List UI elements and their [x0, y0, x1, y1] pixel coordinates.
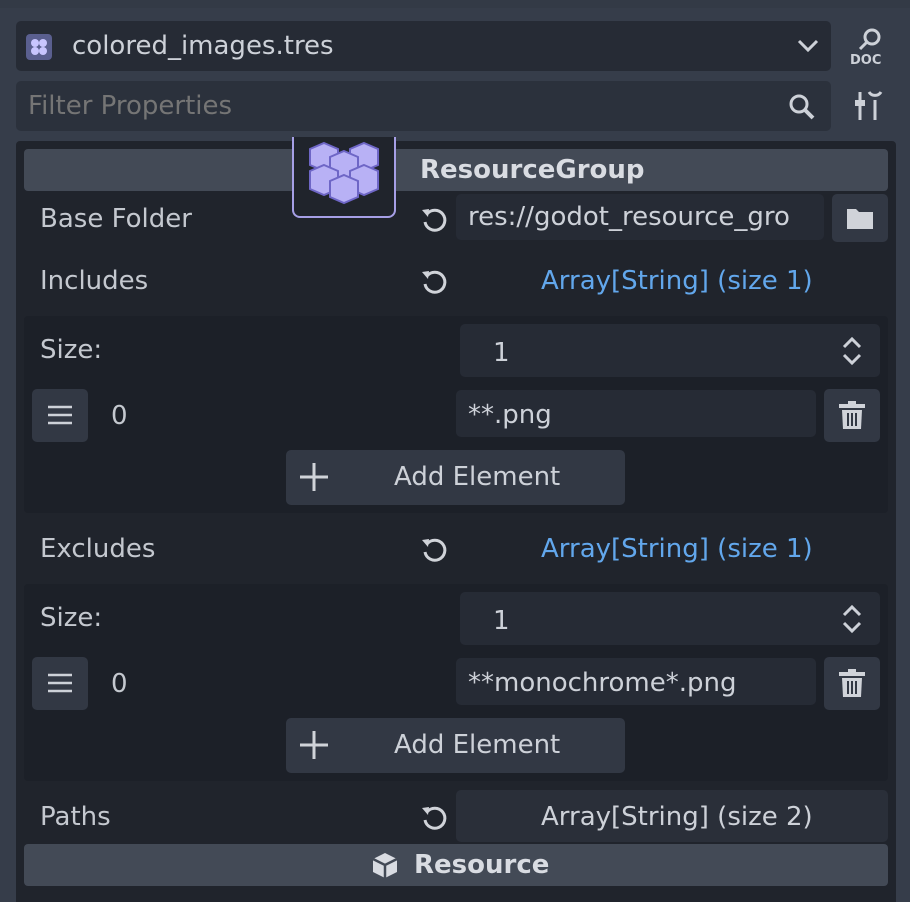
folder-icon — [847, 209, 873, 229]
paths-label: Paths — [40, 802, 111, 832]
excludes-label: Excludes — [40, 534, 156, 564]
excludes-item-value: **monochrome*.png — [468, 668, 737, 698]
includes-item-field[interactable]: **.png — [456, 390, 816, 437]
section-header-resource[interactable]: Resource — [24, 844, 888, 886]
drag-handle-icon[interactable] — [32, 389, 88, 442]
inspector-panel — [16, 141, 896, 902]
reset-icon[interactable] — [419, 266, 449, 296]
resource-section-title: Resource — [414, 850, 550, 880]
filter-properties-field[interactable] — [16, 81, 831, 131]
includes-add-element-button[interactable]: Add Element — [286, 450, 625, 505]
drag-handle-icon[interactable] — [32, 657, 88, 710]
includes-size-spinbox[interactable]: 1 — [460, 324, 880, 377]
reset-icon[interactable] — [419, 534, 449, 564]
excludes-array-button[interactable]: Array[String] (size 1) — [541, 536, 813, 562]
paths-array-label: Array[String] (size 2) — [541, 802, 813, 832]
trash-icon — [839, 401, 865, 429]
resource-file-icon — [26, 34, 52, 60]
base-folder-label: Base Folder — [40, 204, 192, 234]
reset-icon[interactable] — [419, 204, 449, 234]
includes-label: Includes — [40, 266, 149, 296]
delete-item-button[interactable] — [824, 657, 880, 710]
excludes-size-label: Size: — [40, 603, 103, 633]
filter-input[interactable] — [16, 81, 776, 131]
includes-array-button[interactable]: Array[String] (size 1) — [541, 268, 813, 294]
excludes-item-field[interactable]: **monochrome*.png — [456, 658, 816, 705]
excludes-size-spinbox[interactable]: 1 — [460, 592, 880, 645]
plus-icon — [300, 731, 328, 759]
paths-array-button[interactable]: Array[String] (size 2) — [456, 790, 888, 842]
plus-icon — [300, 463, 328, 491]
resource-group-icon — [292, 137, 396, 218]
includes-size-label: Size: — [40, 335, 103, 365]
delete-item-button[interactable] — [824, 389, 880, 442]
base-folder-field[interactable]: res://godot_resource_gro — [456, 194, 824, 240]
top-strip — [0, 0, 910, 8]
excludes-size-value: 1 — [493, 606, 510, 636]
add-element-label: Add Element — [394, 730, 561, 760]
excludes-item-index: 0 — [111, 669, 128, 699]
resource-file-name: colored_images.tres — [72, 31, 334, 61]
tools-icon[interactable] — [852, 88, 884, 124]
trash-icon — [839, 669, 865, 697]
chevron-down-icon[interactable] — [796, 38, 820, 54]
spin-arrows-icon[interactable] — [840, 336, 864, 366]
reset-icon[interactable] — [419, 802, 449, 832]
includes-item-index: 0 — [111, 401, 128, 431]
section-title: ResourceGroup — [420, 155, 645, 185]
folder-button[interactable] — [832, 194, 888, 242]
cube-icon — [372, 853, 398, 878]
resource-picker[interactable]: colored_images.tres — [16, 21, 831, 71]
includes-item-value: **.png — [468, 400, 552, 430]
search-icon — [788, 93, 816, 121]
includes-size-value: 1 — [493, 338, 510, 368]
add-element-label: Add Element — [394, 462, 561, 492]
section-header-resourcegroup[interactable]: ResourceGroup — [24, 149, 888, 191]
excludes-add-element-button[interactable]: Add Element — [286, 718, 625, 773]
doc-icon[interactable]: DOC — [846, 25, 890, 69]
svg-text:DOC: DOC — [850, 53, 881, 68]
spin-arrows-icon[interactable] — [840, 604, 864, 634]
base-folder-value: res://godot_resource_gro — [468, 202, 790, 232]
